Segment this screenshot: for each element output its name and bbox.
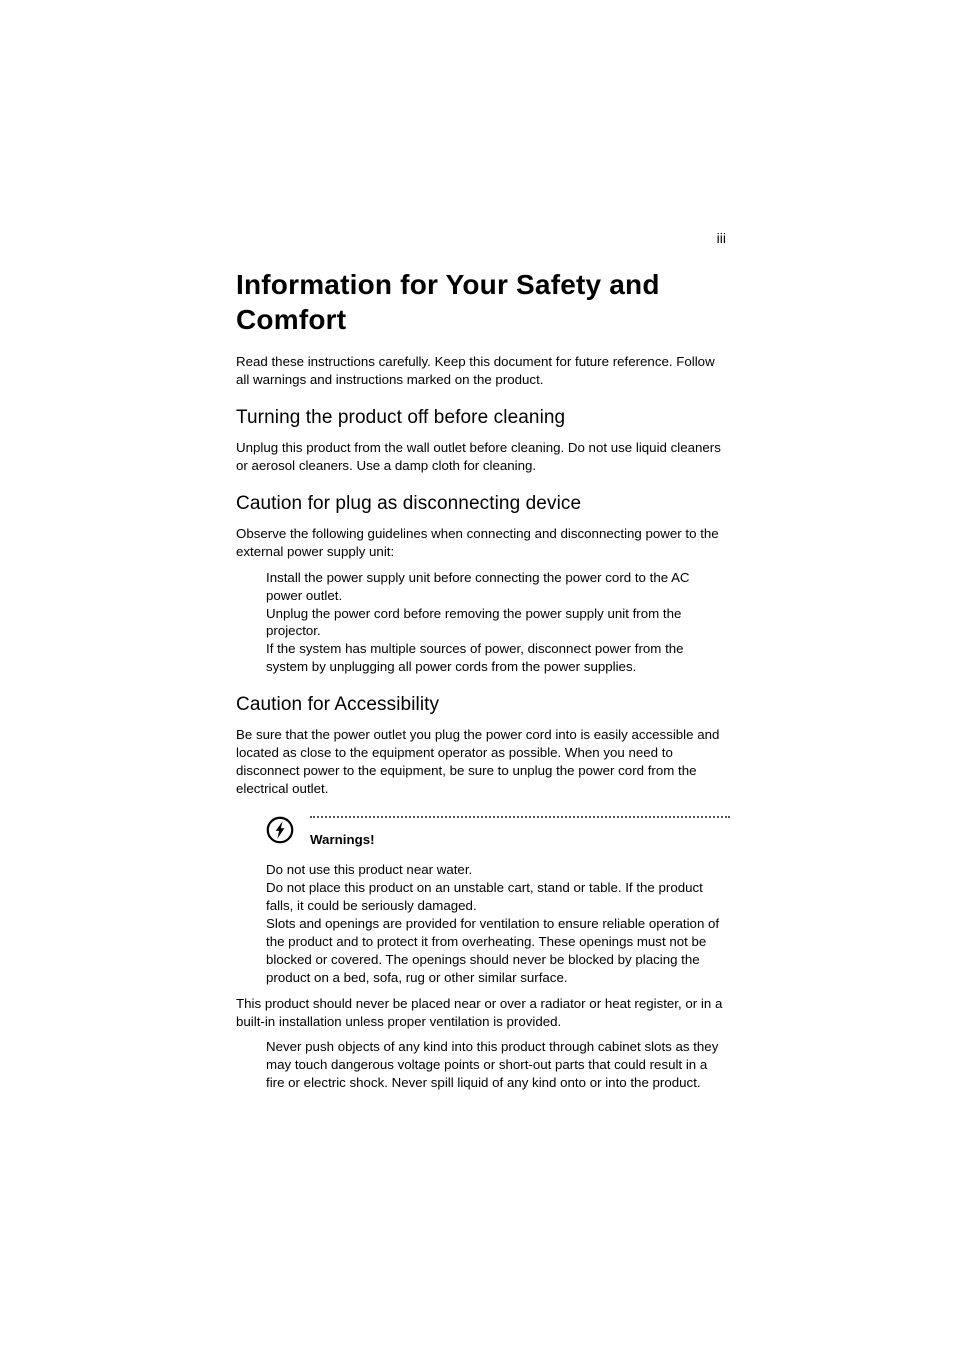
body-accessibility: Be sure that the power outlet you plug t…: [236, 726, 730, 798]
warning-callout: Warnings!: [266, 816, 730, 847]
plug-guidelines: Install the power supply unit before con…: [266, 569, 726, 677]
plug-item-0: Install the power supply unit before con…: [266, 569, 726, 605]
warning-item-2: Slots and openings are provided for vent…: [266, 915, 726, 987]
plug-item-1: Unplug the power cord before removing th…: [266, 605, 726, 641]
heading-plug: Caution for plug as disconnecting device: [236, 493, 730, 515]
warning-item-0: Do not use this product near water.: [266, 861, 726, 879]
warning-mid: This product should never be placed near…: [236, 995, 730, 1031]
warnings-list-1: Do not use this product near water. Do n…: [266, 861, 726, 987]
intro-paragraph: Read these instructions carefully. Keep …: [236, 353, 730, 389]
warning-item-3: Never push objects of any kind into this…: [266, 1038, 726, 1092]
warning-item-1: Do not place this product on an unstable…: [266, 879, 726, 915]
intro-plug: Observe the following guidelines when co…: [236, 525, 730, 561]
plug-item-2: If the system has multiple sources of po…: [266, 640, 726, 676]
warnings-label: Warnings!: [310, 832, 730, 847]
lightning-icon: [266, 816, 294, 844]
page-content: Information for Your Safety and Comfort …: [236, 225, 730, 1100]
warnings-list-2: Never push objects of any kind into this…: [266, 1038, 726, 1092]
dotted-rule: [310, 816, 730, 826]
heading-cleaning: Turning the product off before cleaning: [236, 407, 730, 429]
heading-accessibility: Caution for Accessibility: [236, 694, 730, 716]
body-cleaning: Unplug this product from the wall outlet…: [236, 439, 730, 475]
page-title: Information for Your Safety and Comfort: [236, 267, 730, 337]
